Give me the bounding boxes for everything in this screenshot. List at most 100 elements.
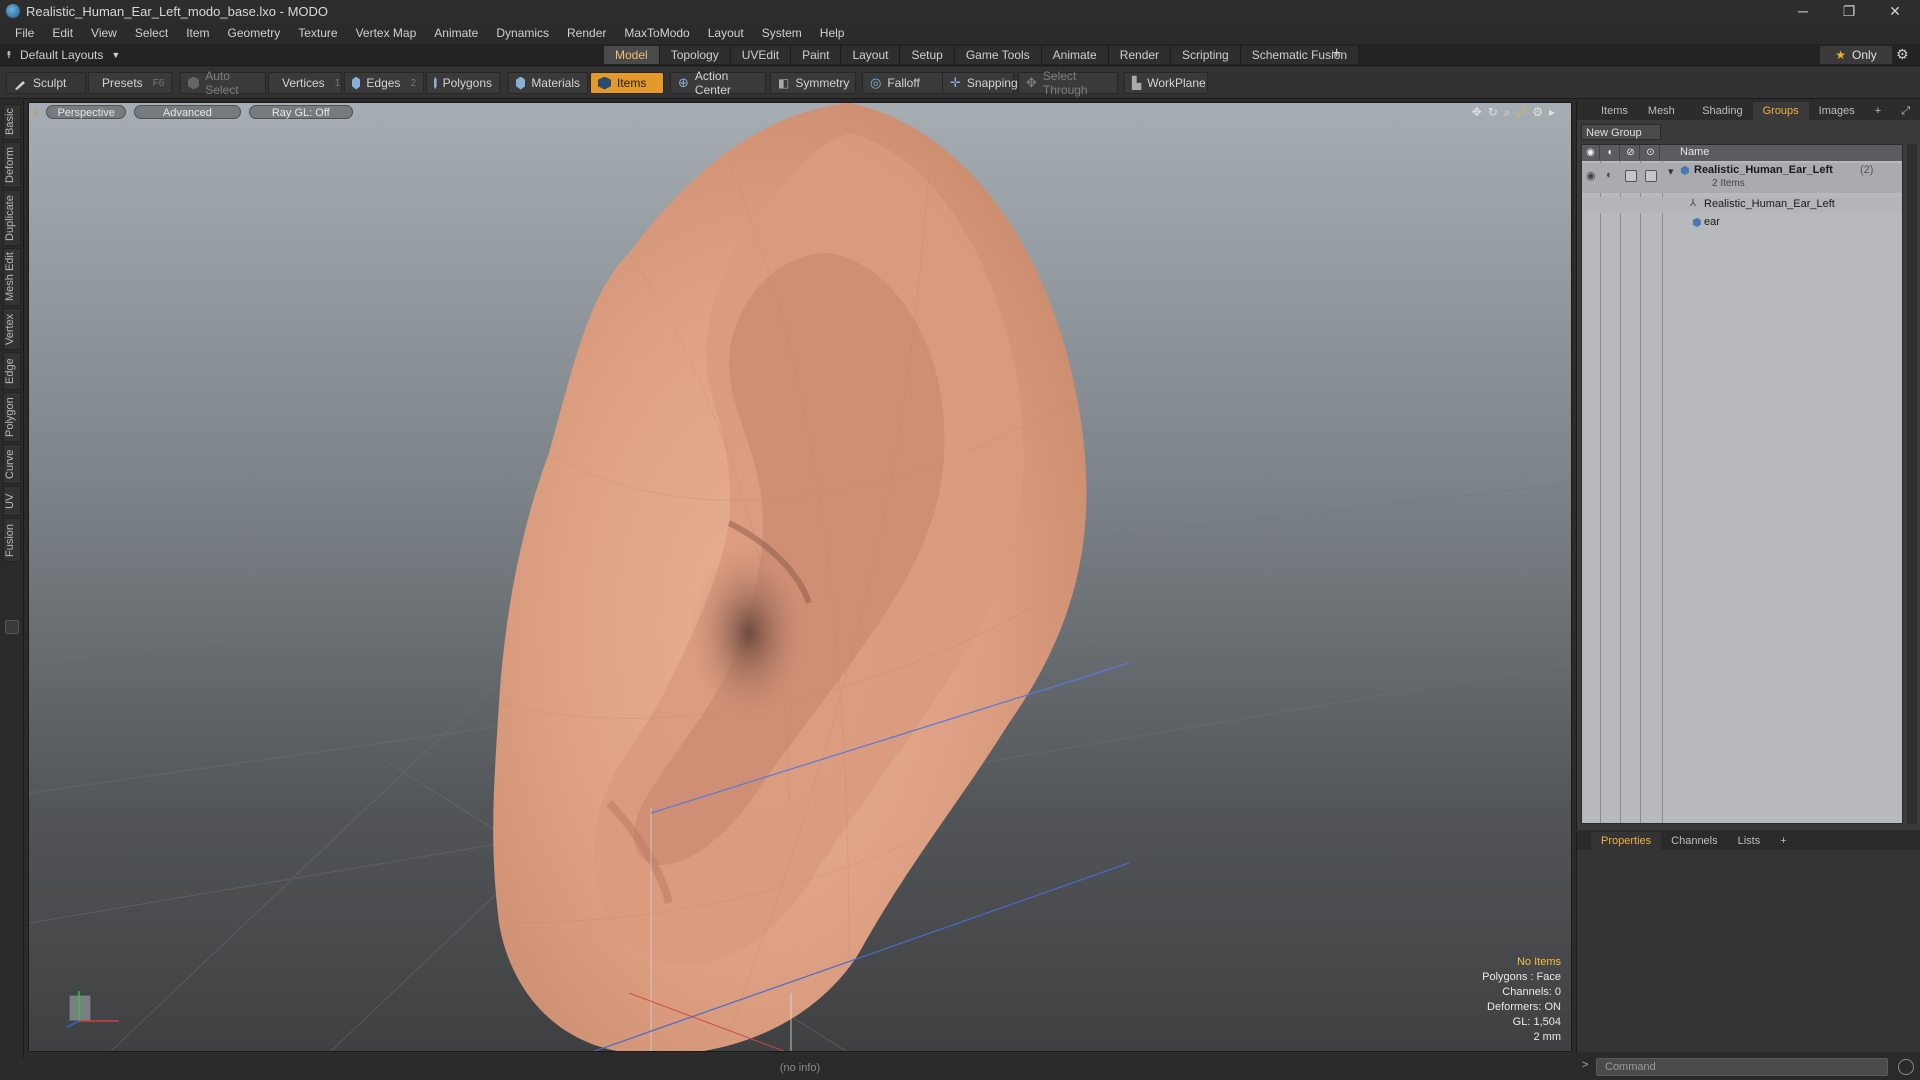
vtab-mesh-edit[interactable]: Mesh Edit	[3, 248, 21, 306]
presets-button[interactable]: Presets F6	[88, 72, 172, 94]
menu-vertex-map[interactable]: Vertex Map	[347, 26, 426, 40]
tab-scripting[interactable]: Scripting	[1171, 46, 1241, 64]
tab-uvedit[interactable]: UVEdit	[730, 46, 792, 64]
3d-viewport[interactable]: ● Perspective Advanced Ray GL: Off ✥ ↻ ⌕…	[28, 102, 1572, 1052]
render-toggle-icon[interactable]: ◐	[1606, 169, 1613, 181]
command-history-icon[interactable]	[1898, 1059, 1914, 1075]
menu-dynamics[interactable]: Dynamics	[487, 26, 558, 40]
action-center-button[interactable]: ⊕ Action Center	[670, 69, 766, 97]
zoom-icon[interactable]: ⌕	[1504, 105, 1511, 120]
menu-help[interactable]: Help	[811, 26, 854, 40]
menu-edit[interactable]: Edit	[43, 26, 82, 40]
vtab-deform[interactable]: Deform	[3, 142, 21, 188]
vertices-button[interactable]: Vertices 1	[268, 72, 342, 94]
tab-setup[interactable]: Setup	[900, 46, 955, 64]
raygl-button[interactable]: Ray GL: Off	[248, 105, 353, 119]
restore-button[interactable]: ❐	[1826, 0, 1872, 22]
tree-item-mesh[interactable]: ⬢ ear	[1582, 215, 1902, 231]
tab-lists[interactable]: Lists	[1728, 832, 1771, 850]
visibility-column-icon[interactable]: ◉	[1582, 145, 1600, 161]
pan-icon[interactable]: ✥	[1472, 105, 1482, 120]
menu-render[interactable]: Render	[558, 26, 615, 40]
collapse-arrow-icon[interactable]: ▾	[1668, 165, 1674, 178]
symmetry-button[interactable]: ◧ Symmetry	[770, 72, 856, 94]
tab-properties[interactable]: Properties	[1591, 832, 1662, 850]
tab-schematic-fusion[interactable]: Schematic Fusion	[1240, 46, 1360, 64]
edges-button[interactable]: Edges 2	[344, 72, 424, 94]
vtab-fusion[interactable]: Fusion	[3, 518, 21, 562]
tree-scrollbar[interactable]	[1907, 144, 1917, 824]
tab-model[interactable]: Model	[604, 46, 660, 64]
falloff-button[interactable]: ◎ Falloff	[862, 72, 944, 94]
workplane-button[interactable]: ▙ WorkPlane	[1124, 72, 1208, 94]
menu-maxtomodo[interactable]: MaxToModo	[615, 26, 698, 40]
default-layouts-dropdown[interactable]: ⯭ Default Layouts ▼	[6, 46, 120, 64]
add-layout-tab-button[interactable]: +	[1332, 45, 1341, 63]
materials-button[interactable]: Materials	[508, 72, 588, 94]
menu-system[interactable]: System	[753, 26, 811, 40]
menu-item[interactable]: Item	[177, 26, 218, 40]
perspective-button[interactable]: Perspective	[46, 105, 126, 119]
add-tab-icon[interactable]: +	[1865, 102, 1891, 120]
status-bar: (no info)	[28, 1056, 1572, 1080]
minimize-button[interactable]: ─	[1780, 0, 1826, 22]
select-checkbox[interactable]	[1645, 170, 1657, 182]
lock-checkbox[interactable]	[1625, 170, 1637, 182]
snapping-button[interactable]: ✛ Snapping	[942, 72, 1018, 94]
fit-icon[interactable]: ⤢	[1517, 105, 1527, 120]
tab-mesh[interactable]: Mesh ...	[1638, 102, 1692, 135]
shading-button[interactable]: Advanced	[133, 105, 241, 119]
eye-icon[interactable]: ◉	[1586, 169, 1596, 182]
gear-icon[interactable]: ⚙	[1896, 46, 1909, 63]
tab-game-tools[interactable]: Game Tools	[954, 46, 1042, 64]
rotate-icon[interactable]: ↻	[1488, 105, 1498, 120]
tab-shading[interactable]: Shading	[1692, 102, 1752, 120]
expand-icon[interactable]: ⤢	[1891, 102, 1920, 120]
vtab-vertex[interactable]: Vertex	[3, 308, 21, 350]
vtab-uv[interactable]: UV	[3, 486, 21, 516]
render-column-icon[interactable]: ◐	[1602, 145, 1620, 161]
tab-animate[interactable]: Animate	[1041, 46, 1109, 64]
tab-render[interactable]: Render	[1108, 46, 1172, 64]
tree-item-locator[interactable]: ⅄ Realistic_Human_Ear_Left	[1582, 197, 1902, 213]
properties-tabs: Properties Channels Lists +	[1577, 832, 1920, 850]
menu-file[interactable]: File	[6, 26, 43, 40]
vtab-duplicate[interactable]: Duplicate	[3, 190, 21, 246]
sculpt-button[interactable]: Sculpt	[6, 72, 86, 94]
polygons-button[interactable]: Polygons	[426, 72, 500, 94]
select-through-button[interactable]: ✥ Select Through	[1018, 69, 1118, 97]
viewport-gear-icon[interactable]: ⚙	[1532, 105, 1543, 120]
close-button[interactable]: ✕	[1872, 0, 1918, 22]
name-column-header[interactable]: Name	[1680, 146, 1709, 158]
group-row[interactable]: ◉ ◐ ▾ ⬢ Realistic_Human_Ear_Left (2) 2 I…	[1582, 163, 1902, 193]
command-input[interactable]: Command	[1596, 1058, 1888, 1076]
vtab-curve[interactable]: Curve	[3, 444, 21, 484]
tab-items[interactable]: Items	[1591, 102, 1638, 120]
vtab-edge[interactable]: Edge	[3, 352, 21, 390]
menu-view[interactable]: View	[82, 26, 126, 40]
vtab-polygon[interactable]: Polygon	[3, 392, 21, 442]
select-column-icon[interactable]: ⊙	[1642, 145, 1660, 161]
tab-images[interactable]: Images	[1809, 102, 1865, 120]
menu-texture[interactable]: Texture	[289, 26, 346, 40]
menu-select[interactable]: Select	[126, 26, 177, 40]
only-toggle-button[interactable]: ★ Only	[1820, 46, 1892, 64]
auto-select-button[interactable]: Auto Select	[180, 69, 266, 97]
new-group-button[interactable]: New Group	[1581, 124, 1661, 140]
tab-channels[interactable]: Channels	[1661, 832, 1727, 850]
vtab-basic[interactable]: Basic	[3, 104, 21, 140]
add-properties-tab-icon[interactable]: +	[1770, 832, 1796, 850]
panel-toggle-button[interactable]	[5, 620, 19, 634]
menu-animate[interactable]: Animate	[425, 26, 487, 40]
menu-geometry[interactable]: Geometry	[219, 26, 290, 40]
viewport-menu-arrow-icon[interactable]: ▸	[1549, 105, 1555, 120]
lock-column-icon[interactable]: ⊘	[1622, 145, 1640, 161]
menu-layout[interactable]: Layout	[699, 26, 753, 40]
layout-arrow-icon: ⯭	[6, 49, 12, 61]
tab-paint[interactable]: Paint	[791, 46, 842, 64]
items-button[interactable]: Items	[590, 72, 664, 94]
group-icon: ⬢	[1680, 165, 1690, 177]
tab-groups[interactable]: Groups	[1752, 102, 1809, 120]
tab-topology[interactable]: Topology	[659, 46, 731, 64]
tab-layout[interactable]: Layout	[841, 46, 901, 64]
